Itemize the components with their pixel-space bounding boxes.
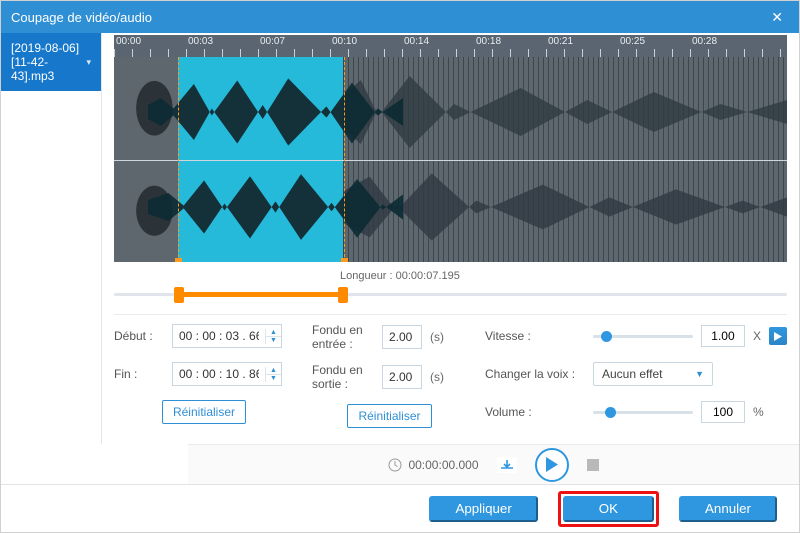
ruler-tick: 00:03 (186, 36, 258, 47)
speed-slider[interactable] (593, 329, 693, 343)
ruler-tick: 00:07 (258, 36, 330, 47)
volume-slider[interactable] (593, 405, 693, 419)
playback-time-value: 00:00:00.000 (408, 458, 478, 472)
end-time-field[interactable] (173, 363, 265, 385)
time-ruler[interactable]: 00:00 00:03 00:07 00:10 00:14 00:18 00:2… (114, 35, 787, 57)
footer-bar: Appliquer OK Annuler (1, 484, 799, 532)
ok-button[interactable]: OK (563, 496, 654, 522)
chevron-down-icon: ▾ (86, 57, 91, 68)
preview-speed-button[interactable] (769, 327, 787, 345)
sidebar-item-file[interactable]: [2019-08-06][11-42-43].mp3 ▾ (1, 33, 101, 91)
ruler-tick: 00:00 (114, 36, 186, 47)
titlebar: Coupage de vidéo/audio ✕ (1, 1, 799, 33)
reset-trim-button[interactable]: Réinitialiser (162, 400, 246, 424)
voice-label: Changer la voix : (485, 367, 581, 381)
ruler-tick: 00:18 (474, 36, 546, 47)
file-sidebar: [2019-08-06][11-42-43].mp3 ▾ (1, 33, 102, 444)
seconds-unit: (s) (430, 370, 444, 384)
main-area: [2019-08-06][11-42-43].mp3 ▾ 00:00 00:03… (1, 33, 799, 444)
waveform[interactable] (114, 57, 787, 262)
range-handle-end[interactable] (338, 287, 348, 303)
speed-value[interactable] (701, 325, 745, 347)
playback-time: 00:00:00.000 (388, 458, 478, 472)
window-title: Coupage de vidéo/audio (11, 10, 152, 25)
range-selector[interactable] (114, 284, 787, 304)
speed-label: Vitesse : (485, 329, 581, 343)
chevron-down-icon: ▼ (695, 369, 704, 379)
voice-selected: Aucun effet (602, 367, 663, 381)
spin-down-icon[interactable]: ▼ (266, 337, 281, 344)
selection-length-label: Longueur : 00:00:07.195 (340, 270, 787, 282)
fade-out-label: Fondu en sortie : (312, 363, 374, 391)
close-icon[interactable]: ✕ (765, 5, 789, 30)
volume-label: Volume : (485, 405, 581, 419)
fade-out-field[interactable] (383, 366, 421, 388)
ruler-tick: 00:25 (618, 36, 690, 47)
speed-unit: X (753, 329, 761, 343)
voice-select[interactable]: Aucun effet ▼ (593, 362, 713, 386)
controls: Début : ▲▼ Fin : ▲▼ Réinitialiser (114, 314, 787, 429)
fade-in-input[interactable] (382, 325, 422, 349)
start-label: Début : (114, 329, 164, 343)
trim-handle-start[interactable] (178, 57, 179, 262)
export-button[interactable] (497, 457, 517, 473)
stop-button[interactable] (587, 459, 599, 471)
fade-in-field[interactable] (383, 326, 421, 348)
end-label: Fin : (114, 367, 164, 381)
trim-handle-end[interactable] (344, 57, 345, 262)
start-time-field[interactable] (173, 325, 265, 347)
range-handle-start[interactable] (174, 287, 184, 303)
volume-value[interactable] (701, 401, 745, 423)
spin-up-icon[interactable]: ▲ (266, 329, 281, 337)
fade-in-label: Fondu en entrée : (312, 323, 374, 351)
clock-icon (388, 458, 402, 472)
reset-fade-button[interactable]: Réinitialiser (347, 404, 431, 428)
spin-up-icon[interactable]: ▲ (266, 367, 281, 375)
ruler-tick: 00:10 (330, 36, 402, 47)
seconds-unit: (s) (430, 330, 444, 344)
fade-out-input[interactable] (382, 365, 422, 389)
cancel-button[interactable]: Annuler (679, 496, 777, 522)
sidebar-item-label: [2019-08-06][11-42-43].mp3 (11, 41, 86, 83)
play-button[interactable] (535, 448, 569, 482)
apply-button[interactable]: Appliquer (429, 496, 537, 522)
ruler-tick: 00:21 (546, 36, 618, 47)
spin-down-icon[interactable]: ▼ (266, 375, 281, 382)
editor-panel: 00:00 00:03 00:07 00:10 00:14 00:18 00:2… (102, 33, 799, 444)
ruler-tick: 00:14 (402, 36, 474, 47)
ok-highlight: OK (558, 491, 659, 527)
start-time-input[interactable]: ▲▼ (172, 324, 282, 348)
ruler-tick: 00:28 (690, 36, 762, 47)
player-bar: 00:00:00.000 (188, 444, 799, 484)
end-time-input[interactable]: ▲▼ (172, 362, 282, 386)
volume-unit: % (753, 405, 764, 419)
